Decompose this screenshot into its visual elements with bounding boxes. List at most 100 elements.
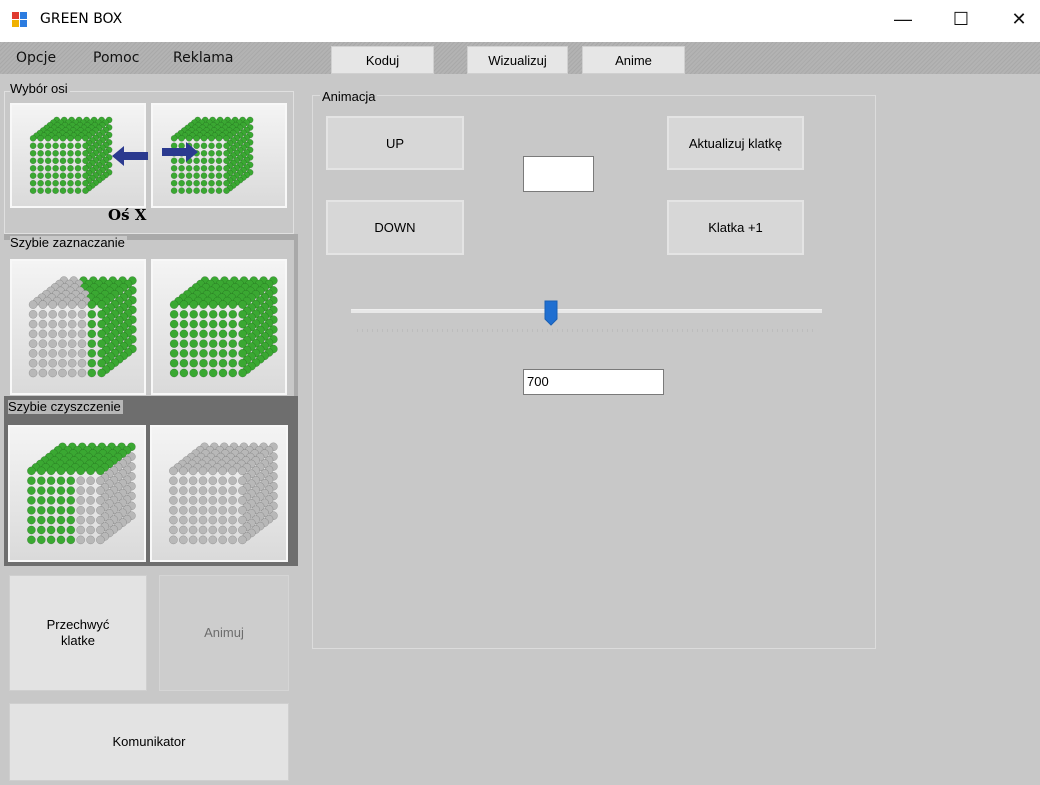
voxel-sphere: [179, 358, 189, 368]
maximize-icon[interactable]: ☐: [938, 0, 984, 38]
clear-all-button[interactable]: [150, 425, 288, 562]
voxel-sphere: [169, 486, 178, 495]
voxel-sphere: [169, 309, 179, 319]
voxel-sphere: [228, 466, 237, 476]
voxel-sphere: [56, 525, 66, 535]
voxel-sphere: [67, 164, 74, 172]
voxel-sphere: [179, 300, 189, 309]
voxel-sphere: [208, 134, 215, 142]
voxel-sphere: [77, 319, 87, 329]
voxel-sphere: [37, 134, 44, 142]
axis-arrows-icon: [112, 142, 198, 166]
select-half-button[interactable]: [10, 259, 146, 395]
animate-button[interactable]: Animuj: [159, 575, 289, 691]
delay-slider-track[interactable]: [351, 309, 822, 313]
voxel-sphere: [36, 535, 46, 545]
voxel-sphere: [27, 476, 36, 486]
voxel-sphere: [215, 172, 223, 180]
voxel-sphere: [238, 329, 247, 339]
voxel-sphere: [193, 187, 200, 195]
voxel-sphere: [87, 329, 97, 339]
voxel-sphere: [223, 187, 230, 195]
voxel-sphere: [238, 349, 247, 358]
wizualizuj-button[interactable]: Wizualizuj: [467, 46, 568, 74]
voxel-sphere: [52, 164, 59, 172]
voxel-sphere: [52, 149, 59, 157]
menu-opcje[interactable]: Opcje: [16, 50, 56, 66]
voxel-sphere: [178, 535, 188, 545]
voxel-sphere: [228, 496, 237, 505]
voxel-sphere: [208, 149, 215, 157]
voxel-sphere: [37, 157, 44, 165]
minimize-icon[interactable]: —: [880, 0, 926, 38]
voxel-sphere: [36, 515, 46, 525]
clear-half-button[interactable]: [8, 425, 146, 562]
menu-reklama[interactable]: Reklama: [173, 50, 234, 66]
voxel-sphere: [218, 329, 228, 339]
frame-plus-button[interactable]: Klatka +1: [667, 200, 804, 255]
voxel-sphere: [218, 358, 228, 368]
voxel-sphere: [52, 187, 59, 195]
voxel-sphere: [198, 525, 208, 535]
voxel-sphere: [208, 486, 218, 495]
communicator-button[interactable]: Komunikator: [9, 703, 289, 781]
delay-slider-thumb[interactable]: [544, 300, 558, 326]
voxel-sphere: [28, 349, 38, 358]
voxel-sphere: [228, 486, 237, 495]
voxel-sphere: [74, 172, 82, 180]
voxel-sphere: [169, 349, 179, 358]
capture-frame-button[interactable]: Przechwyć klatke: [9, 575, 147, 691]
frame-number-input[interactable]: [523, 156, 594, 192]
voxel-sphere: [48, 349, 58, 358]
up-button[interactable]: UP: [326, 116, 464, 170]
voxel-sphere: [96, 505, 105, 515]
voxel-sphere: [48, 309, 58, 319]
voxel-sphere: [228, 476, 237, 486]
voxel-sphere: [27, 505, 36, 515]
down-button[interactable]: DOWN: [326, 200, 464, 255]
voxel-sphere: [208, 172, 215, 180]
voxel-sphere: [27, 535, 36, 545]
voxel-sphere: [238, 515, 247, 525]
voxel-sphere: [169, 505, 178, 515]
voxel-sphere: [170, 179, 178, 187]
voxel-sphere: [238, 505, 247, 515]
voxel-sphere: [67, 339, 77, 349]
voxel-sphere: [46, 525, 56, 535]
close-icon[interactable]: ✕: [996, 0, 1040, 38]
voxel-sphere: [179, 309, 189, 319]
voxel-sphere: [208, 164, 215, 172]
voxel-sphere: [97, 349, 106, 358]
client-area: Opcje Pomoc Reklama Koduj Wizualizuj Ani…: [0, 42, 1040, 785]
voxel-sphere: [46, 486, 56, 495]
voxel-sphere: [48, 358, 58, 368]
voxel-sphere: [97, 300, 106, 309]
voxel-sphere: [238, 535, 247, 545]
koduj-button[interactable]: Koduj: [331, 46, 434, 74]
voxel-sphere: [208, 142, 215, 150]
voxel-sphere: [169, 515, 178, 525]
voxel-sphere: [169, 339, 179, 349]
voxel-sphere: [228, 300, 238, 309]
voxel-sphere: [28, 339, 38, 349]
voxel-sphere: [169, 535, 178, 545]
voxel-sphere: [67, 179, 74, 187]
voxel-sphere: [208, 157, 215, 165]
voxel-sphere: [228, 535, 237, 545]
voxel-sphere: [200, 157, 208, 165]
update-frame-button[interactable]: Aktualizuj klatkę: [667, 116, 804, 170]
voxel-sphere: [77, 329, 87, 339]
select-all-button[interactable]: [151, 259, 287, 395]
menu-pomoc[interactable]: Pomoc: [93, 50, 139, 66]
voxel-sphere: [38, 349, 48, 358]
voxel-sphere: [208, 339, 218, 349]
delay-input[interactable]: 700: [523, 369, 664, 395]
voxel-sphere: [223, 157, 230, 165]
voxel-sphere: [27, 466, 36, 476]
menu-bar: Opcje Pomoc Reklama Koduj Wizualizuj Ani…: [0, 42, 1040, 74]
voxel-sphere: [208, 187, 215, 195]
voxel-sphere: [67, 329, 77, 339]
voxel-sphere: [29, 149, 37, 157]
voxel-sphere: [77, 349, 87, 358]
anime-button[interactable]: Anime: [582, 46, 685, 74]
